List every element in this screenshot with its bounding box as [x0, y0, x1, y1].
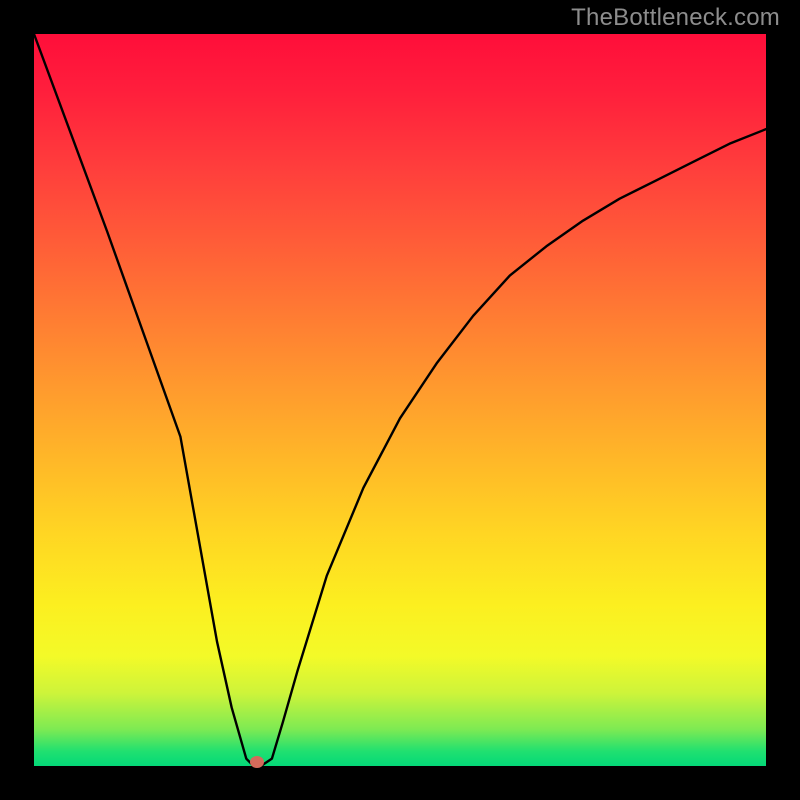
- bottleneck-curve: [34, 34, 766, 766]
- plot-area: [34, 34, 766, 766]
- chart-frame: TheBottleneck.com: [0, 0, 800, 800]
- watermark-text: TheBottleneck.com: [571, 4, 780, 32]
- optimal-point-marker: [250, 756, 264, 768]
